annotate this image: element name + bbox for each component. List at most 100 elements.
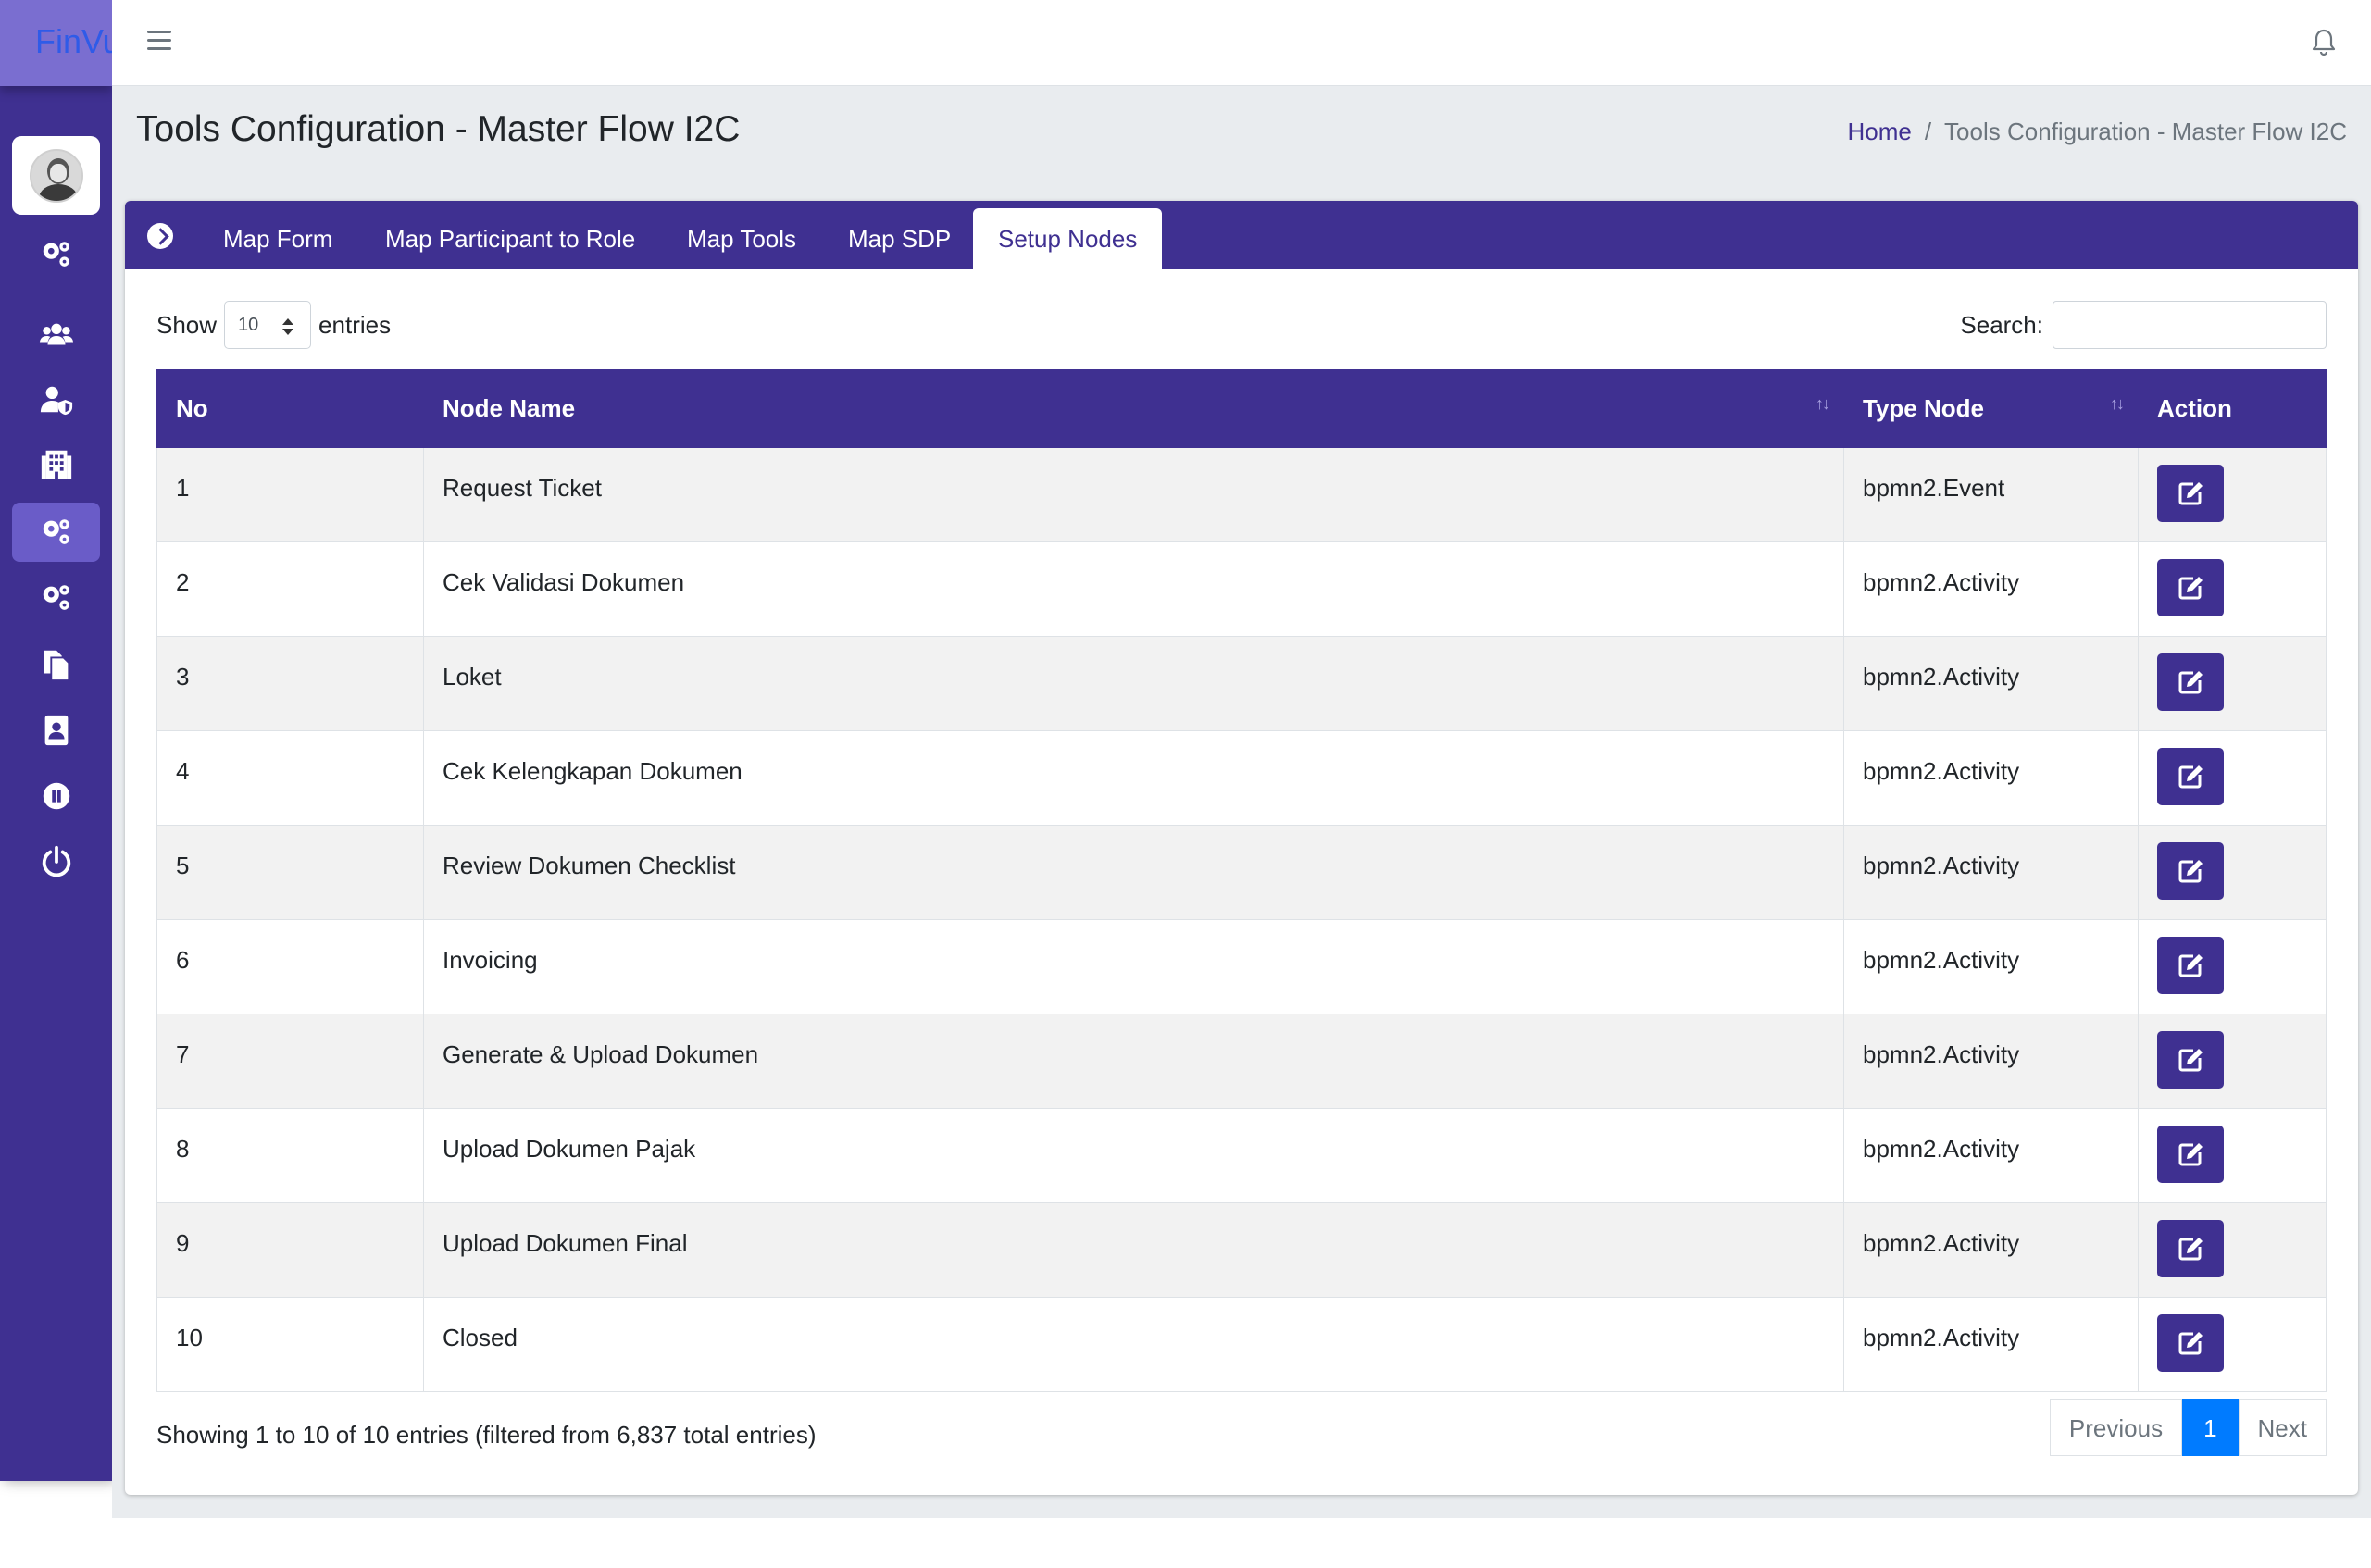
edit-icon bbox=[2178, 1238, 2203, 1261]
cell-type-node: bpmn2.Activity bbox=[1843, 825, 2139, 920]
cell-type-node: bpmn2.Event bbox=[1843, 447, 2139, 542]
edit-button[interactable] bbox=[2157, 1220, 2224, 1277]
sidebar-item-contacts[interactable] bbox=[12, 701, 100, 760]
pagination: Previous 1 Next bbox=[2049, 1399, 2327, 1456]
address-book-icon bbox=[44, 715, 68, 746]
sidebar-item-documents[interactable] bbox=[12, 635, 100, 694]
cell-node-name: Invoicing bbox=[423, 919, 1844, 1014]
table-row: 2 Cek Validasi Dokumen bpmn2.Activity bbox=[156, 541, 2327, 637]
edit-icon bbox=[2178, 577, 2203, 600]
user-shield-icon bbox=[40, 386, 72, 416]
cell-type-node: bpmn2.Activity bbox=[1843, 636, 2139, 731]
cell-no: 9 bbox=[156, 1202, 424, 1298]
breadcrumb: Home / Tools Configuration - Master Flow I… bbox=[1847, 118, 2347, 146]
table-row: 8 Upload Dokumen Pajak bpmn2.Activity bbox=[156, 1108, 2327, 1203]
edit-button[interactable] bbox=[2157, 1126, 2224, 1183]
cell-action bbox=[2138, 730, 2327, 826]
edit-button[interactable] bbox=[2157, 937, 2224, 994]
edit-button[interactable] bbox=[2157, 748, 2224, 805]
sort-icon: ↑↓ bbox=[1816, 394, 1830, 413]
breadcrumb-separator: / bbox=[1924, 118, 1932, 145]
edit-icon bbox=[2178, 482, 2203, 505]
brand-logo[interactable]: FinVu bbox=[0, 0, 112, 86]
cell-type-node: bpmn2.Activity bbox=[1843, 730, 2139, 826]
sidebar-item-building[interactable] bbox=[12, 435, 100, 494]
breadcrumb-home-link[interactable]: Home bbox=[1847, 118, 1911, 145]
cell-no: 2 bbox=[156, 541, 424, 637]
cell-action bbox=[2138, 447, 2327, 542]
topbar bbox=[112, 0, 2371, 86]
column-header-node-name[interactable]: Node Name ↑↓ bbox=[423, 369, 1844, 448]
table-row: 5 Review Dokumen Checklist bpmn2.Activity bbox=[156, 825, 2327, 920]
edit-icon bbox=[2178, 954, 2203, 977]
cell-action bbox=[2138, 1297, 2327, 1392]
arrow-right-circle-icon[interactable] bbox=[147, 223, 173, 249]
edit-button[interactable] bbox=[2157, 1031, 2224, 1089]
search-label: Search: bbox=[1960, 310, 2043, 339]
cell-no: 1 bbox=[156, 447, 424, 542]
building-icon bbox=[41, 450, 71, 479]
hamburger-menu-icon[interactable] bbox=[147, 31, 171, 51]
cell-type-node: bpmn2.Activity bbox=[1843, 1014, 2139, 1109]
cell-node-name: Generate & Upload Dokumen bbox=[423, 1014, 1844, 1109]
sidebar-item-users[interactable] bbox=[12, 305, 100, 365]
pause-circle-icon bbox=[43, 782, 69, 810]
table-row: 4 Cek Kelengkapan Dokumen bpmn2.Activity bbox=[156, 730, 2327, 826]
cell-node-name: Loket bbox=[423, 636, 1844, 731]
cell-node-name: Cek Kelengkapan Dokumen bbox=[423, 730, 1844, 826]
table-row: 1 Request Ticket bpmn2.Event bbox=[156, 447, 2327, 542]
bell-icon[interactable] bbox=[2310, 28, 2338, 57]
cell-no: 5 bbox=[156, 825, 424, 920]
tab-map-form[interactable]: Map Form bbox=[223, 201, 332, 269]
brand-name: FinVu bbox=[35, 22, 112, 60]
sidebar-item-user-shield[interactable] bbox=[12, 370, 100, 429]
pagination-previous[interactable]: Previous bbox=[2049, 1399, 2183, 1456]
edit-button[interactable] bbox=[2157, 1314, 2224, 1372]
column-header-action: Action bbox=[2138, 369, 2327, 448]
cell-action bbox=[2138, 636, 2327, 731]
tab-setup-nodes[interactable]: Setup Nodes bbox=[973, 208, 1163, 269]
cell-node-name: Request Ticket bbox=[423, 447, 1844, 542]
power-icon bbox=[42, 845, 70, 877]
edit-icon bbox=[2178, 1332, 2203, 1355]
cell-no: 3 bbox=[156, 636, 424, 731]
cell-action bbox=[2138, 1014, 2327, 1109]
column-header-type-node[interactable]: Type Node ↑↓ bbox=[1843, 369, 2139, 448]
pagination-next[interactable]: Next bbox=[2238, 1399, 2327, 1456]
users-icon bbox=[39, 323, 73, 345]
entries-select[interactable]: 10 bbox=[224, 301, 312, 349]
tab-map-sdp[interactable]: Map SDP bbox=[848, 201, 951, 269]
search-input[interactable] bbox=[2053, 301, 2327, 349]
sidebar-item-logout[interactable] bbox=[12, 832, 100, 891]
content-area: Tools Configuration - Master Flow I2C Ho… bbox=[112, 86, 2371, 1518]
edit-button[interactable] bbox=[2157, 653, 2224, 711]
cell-no: 4 bbox=[156, 730, 424, 826]
edit-button[interactable] bbox=[2157, 465, 2224, 522]
cell-node-name: Upload Dokumen Final bbox=[423, 1202, 1844, 1298]
sidebar-item-pause[interactable] bbox=[12, 766, 100, 826]
gears-icon bbox=[43, 585, 69, 610]
pagination-page-1[interactable]: 1 bbox=[2182, 1399, 2239, 1456]
cell-action bbox=[2138, 541, 2327, 637]
cell-type-node: bpmn2.Activity bbox=[1843, 1202, 2139, 1298]
copy-icon bbox=[44, 650, 69, 682]
gears-icon bbox=[43, 519, 69, 544]
column-header-no[interactable]: No bbox=[156, 369, 424, 448]
edit-button[interactable] bbox=[2157, 842, 2224, 900]
cell-node-name: Cek Validasi Dokumen bbox=[423, 541, 1844, 637]
table-row: 7 Generate & Upload Dokumen bpmn2.Activity bbox=[156, 1014, 2327, 1109]
sidebar-item-settings-2[interactable] bbox=[12, 568, 100, 628]
page-title: Tools Configuration - Master Flow I2C bbox=[136, 109, 741, 149]
sidebar-item-settings[interactable] bbox=[12, 225, 100, 284]
sidebar-item-tools-configuration[interactable] bbox=[12, 503, 100, 562]
user-avatar-card[interactable] bbox=[12, 136, 100, 215]
edit-icon bbox=[2178, 671, 2203, 694]
breadcrumb-current: Tools Configuration - Master Flow I2C bbox=[1944, 118, 2347, 145]
tab-map-participant-to-role[interactable]: Map Participant to Role bbox=[385, 201, 635, 269]
entries-select-value: 10 bbox=[238, 315, 259, 335]
tab-map-tools[interactable]: Map Tools bbox=[687, 201, 796, 269]
sidebar: FinVu bbox=[0, 0, 112, 1481]
cell-type-node: bpmn2.Activity bbox=[1843, 1297, 2139, 1392]
edit-button[interactable] bbox=[2157, 559, 2224, 616]
cell-no: 6 bbox=[156, 919, 424, 1014]
